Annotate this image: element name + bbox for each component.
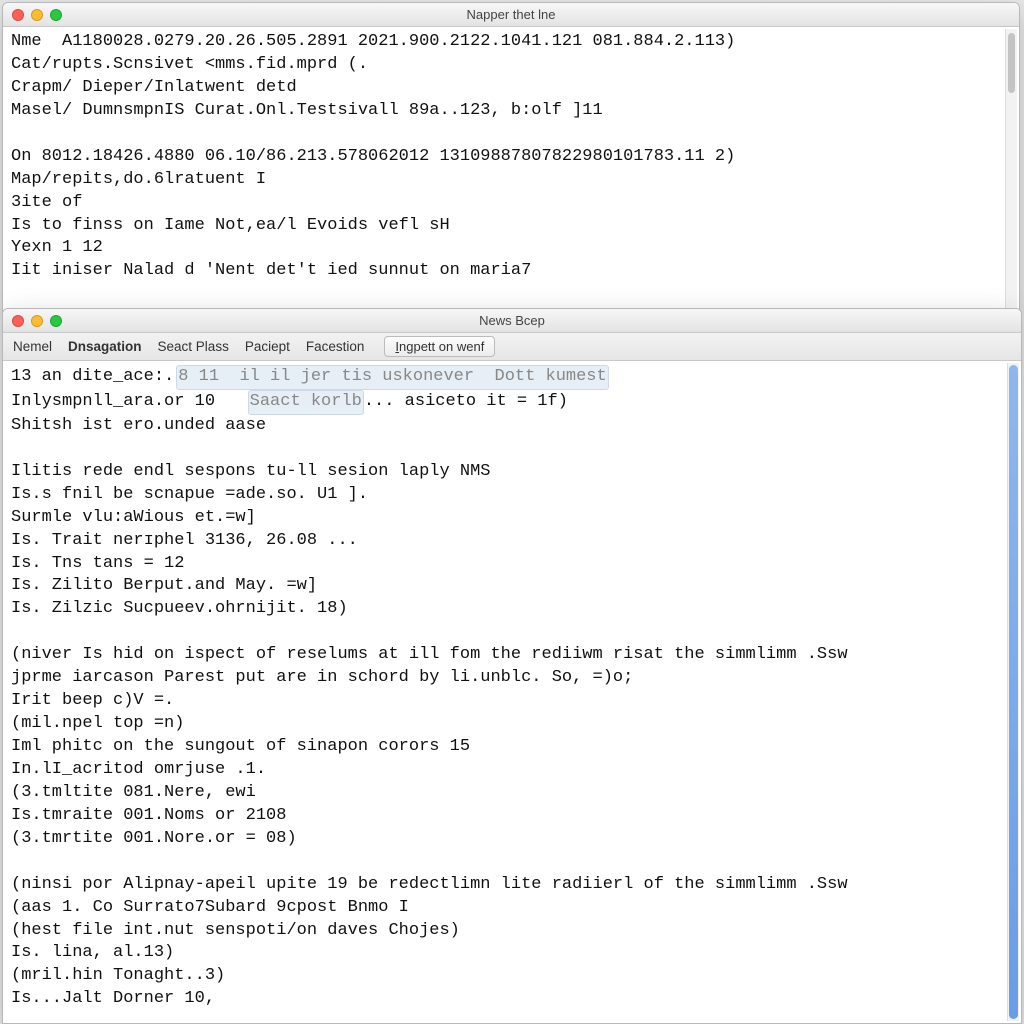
minimize-icon[interactable] — [31, 9, 43, 21]
traffic-lights-back — [3, 9, 62, 21]
zoom-icon[interactable] — [50, 9, 62, 21]
close-icon[interactable] — [12, 9, 24, 21]
tab-facestion[interactable]: Facestion — [306, 339, 365, 354]
back-text-content: Nme A1180028.0279.20.26.505.2891 2021.90… — [3, 27, 1019, 311]
inspect-button[interactable]: Ingpett on wenf — [384, 336, 495, 357]
front-text-content: 13 an dite_ace:.8 11 il il jer tis uskon… — [3, 361, 1021, 1023]
scrollbar-front[interactable] — [1007, 363, 1019, 1021]
tab-dnsagation[interactable]: Dnsagation — [68, 339, 142, 354]
tab-paciept[interactable]: Paciept — [245, 339, 290, 354]
scrollbar-back[interactable] — [1005, 29, 1017, 309]
traffic-lights-front — [3, 315, 62, 327]
toolbar: Nemel Dnsagation Seact Plass Paciept Fac… — [3, 333, 1021, 361]
titlebar-front[interactable]: News Bcep — [3, 309, 1021, 333]
close-icon[interactable] — [12, 315, 24, 327]
minimize-icon[interactable] — [31, 315, 43, 327]
tab-nemel[interactable]: Nemel — [13, 339, 52, 354]
scrollthumb-back[interactable] — [1008, 33, 1015, 93]
window-title-back: Napper thet lne — [3, 7, 1019, 22]
inspect-button-label: ngpett on wenf — [399, 339, 484, 354]
scrollthumb-front[interactable] — [1009, 365, 1018, 1019]
tab-seact-plass[interactable]: Seact Plass — [158, 339, 229, 354]
foreground-text-window: News Bcep Nemel Dnsagation Seact Plass P… — [2, 308, 1022, 1024]
zoom-icon[interactable] — [50, 315, 62, 327]
window-title-front: News Bcep — [3, 313, 1021, 328]
titlebar-back[interactable]: Napper thet lne — [3, 3, 1019, 27]
background-text-window: Napper thet lne Nme A1180028.0279.20.26.… — [2, 2, 1020, 312]
